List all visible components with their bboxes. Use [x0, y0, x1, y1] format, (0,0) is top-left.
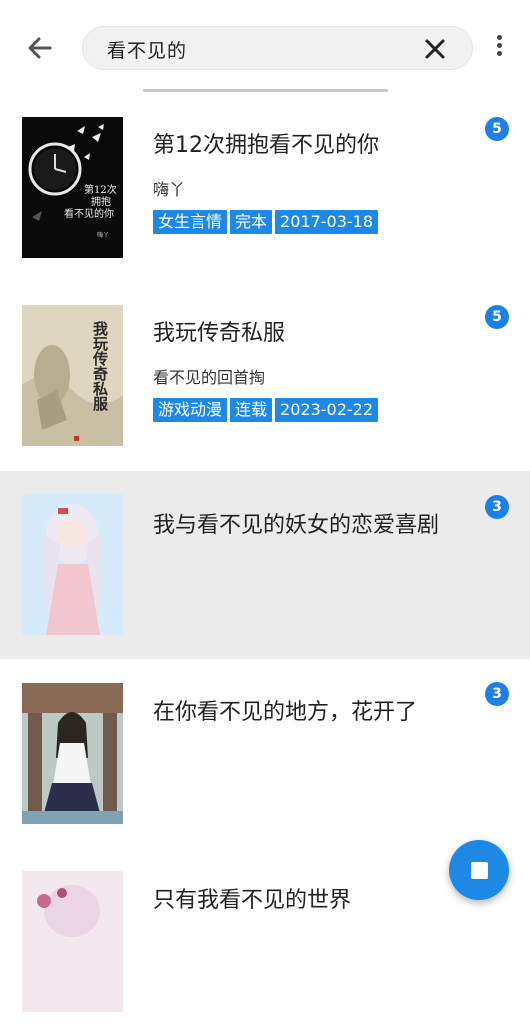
book-cover: 第12次 拥抱 看不见的你 嗨丫 [22, 117, 123, 258]
book-title: 我与看不见的妖女的恋爱喜剧 [153, 513, 440, 538]
book-tags: 女生言情 完本 2017-03-18 [153, 210, 379, 234]
cover-title-text: 我玩传奇私服 [91, 320, 109, 412]
genre-tag: 游戏动漫 [153, 398, 228, 422]
search-query[interactable]: 看不见的 [107, 36, 187, 63]
book-author: 看不见的回首掏 [153, 368, 266, 387]
book-cover [22, 683, 123, 824]
list-item[interactable]: 我玩传奇私服 我玩传奇私服 看不见的回首掏 游戏动漫 连载 2023-02-22… [0, 284, 530, 472]
book-title: 只有我看不见的世界 [153, 888, 352, 913]
cover-text-1: 第12次 [84, 183, 117, 196]
date-tag: 2017-03-18 [275, 210, 379, 234]
book-title: 在你看不见的地方，花开了 [153, 700, 418, 725]
status-tag: 完本 [230, 210, 273, 234]
book-title: 我玩传奇私服 [153, 321, 286, 346]
cover-text-4: 嗨丫 [97, 231, 109, 239]
cover-text-3: 看不见的你 [64, 207, 114, 220]
source-count-badge: 3 [485, 495, 509, 519]
loading-indicator [143, 89, 388, 92]
date-tag: 2023-02-22 [275, 398, 379, 422]
source-count-badge: 5 [485, 117, 509, 141]
stop-button[interactable] [449, 840, 509, 900]
search-input[interactable]: 看不见的 [82, 26, 473, 70]
stop-icon [471, 862, 488, 879]
book-title: 第12次拥抱看不见的你 [153, 133, 379, 158]
book-cover [22, 494, 123, 635]
book-cover: 我玩传奇私服 [22, 305, 123, 446]
book-tags: 游戏动漫 连载 2023-02-22 [153, 398, 379, 422]
list-item-selected[interactable]: 我与看不见的妖女的恋爱喜剧 3 [0, 471, 530, 659]
status-tag: 连载 [230, 398, 273, 422]
more-options-icon[interactable] [488, 33, 510, 63]
list-item[interactable]: 第12次 拥抱 看不见的你 嗨丫 第12次拥抱看不见的你 嗨丫 女生言情 完本 … [0, 96, 530, 284]
top-bar: 看不见的 [0, 0, 530, 96]
list-item[interactable]: 在你看不见的地方，花开了 3 [0, 659, 530, 847]
book-author: 嗨丫 [153, 180, 186, 199]
genre-tag: 女生言情 [153, 210, 228, 234]
book-cover [22, 871, 123, 1012]
back-arrow-icon[interactable] [22, 30, 58, 66]
source-count-badge: 5 [485, 305, 509, 329]
clear-search-icon[interactable] [422, 36, 448, 62]
source-count-badge: 3 [485, 682, 509, 706]
cover-text-2: 拥抱 [91, 195, 111, 208]
